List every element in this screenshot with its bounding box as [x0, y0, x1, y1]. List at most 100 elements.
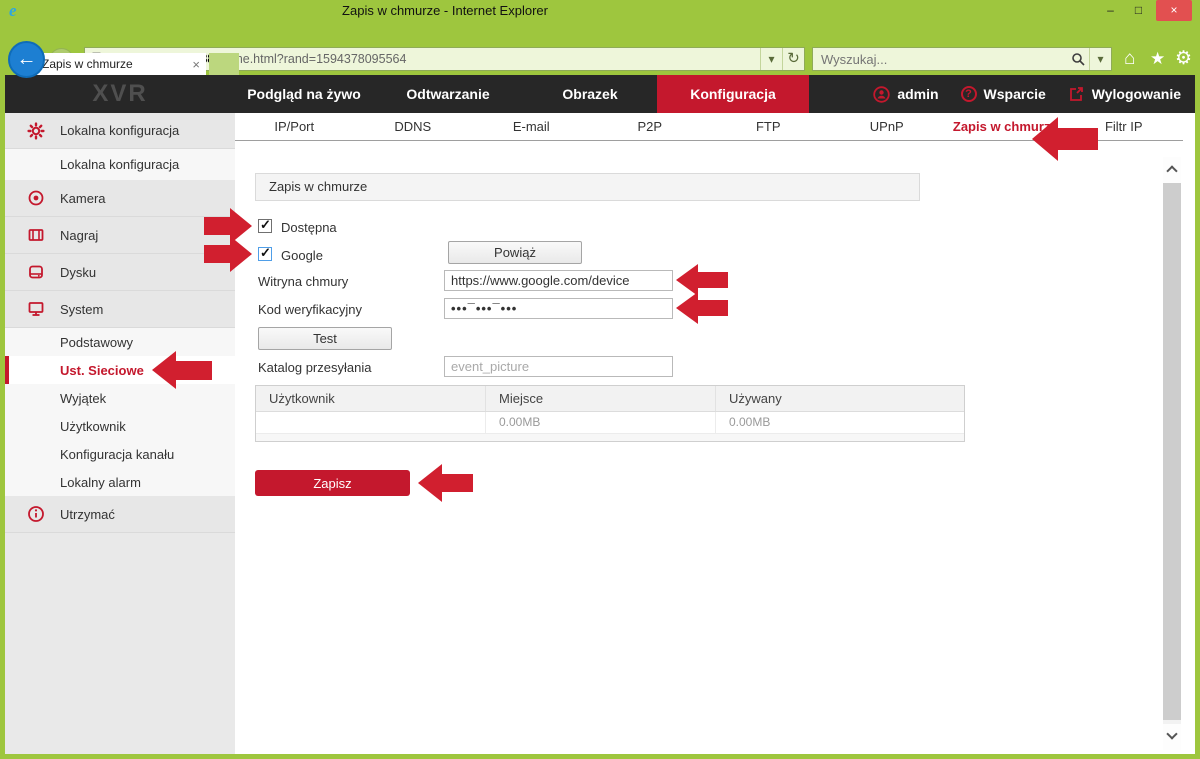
- web-page: XVR Podgląd na żywo Odtwarzanie Obrazek …: [5, 75, 1195, 754]
- check-icon: ✓: [260, 245, 271, 261]
- sidebar-item-label: System: [60, 302, 103, 317]
- camera-icon: [27, 189, 45, 207]
- back-button[interactable]: ←: [8, 41, 45, 78]
- sidebar-item-label: Podstawowy: [60, 335, 133, 350]
- sidebar-item-label: Ust. Sieciowe: [60, 363, 144, 378]
- monitor-icon: [27, 300, 45, 318]
- sidebar-item-label: Lokalna konfiguracja: [60, 157, 179, 172]
- google-checkbox-label: Google: [281, 248, 323, 263]
- table-footer-strip: [256, 434, 964, 441]
- test-button[interactable]: Test: [258, 327, 392, 350]
- subnav-item-ip-port[interactable]: IP/Port: [235, 113, 354, 140]
- sidebar-item-label: Lokalny alarm: [60, 475, 141, 490]
- arrow-verify-code-input: [676, 292, 728, 324]
- arrow-subnav-zapis: [1032, 117, 1098, 161]
- column-header-space: Miejsce: [486, 386, 716, 411]
- verify-code-label: Kod weryfikacyjny: [258, 302, 362, 317]
- sidebar-item-nagraj[interactable]: Nagraj: [5, 217, 235, 254]
- page-scrollbar[interactable]: [1163, 157, 1181, 750]
- close-button[interactable]: ×: [1156, 0, 1192, 21]
- arrow-google-checkbox: [204, 236, 252, 272]
- logout-icon: [1068, 86, 1085, 102]
- subnav-item-ddns[interactable]: DDNS: [354, 113, 473, 140]
- sidebar-item-label: Wyjątek: [60, 391, 106, 406]
- sidebar-item-uzytkownik[interactable]: Użytkownik: [5, 412, 235, 440]
- cloud-site-input[interactable]: [444, 270, 673, 291]
- google-checkbox[interactable]: ✓: [258, 247, 272, 261]
- scrollbar-thumb[interactable]: [1163, 183, 1181, 720]
- sidebar-item-konfiguracja-kanalu[interactable]: Konfiguracja kanału: [5, 440, 235, 468]
- subnav-item-upnp[interactable]: UPnP: [828, 113, 947, 140]
- upload-dir-label: Katalog przesyłania: [258, 360, 371, 375]
- subnav-item-ftp[interactable]: FTP: [709, 113, 828, 140]
- browser-toolbar: ← → http://192.168.1.88/frame.html?rand=…: [0, 22, 1200, 55]
- subnav-item-email[interactable]: E-mail: [472, 113, 591, 140]
- check-icon: ✓: [260, 217, 271, 233]
- subnav-item-p2p[interactable]: P2P: [591, 113, 710, 140]
- column-header-used: Używany: [716, 386, 964, 411]
- gear-icon: [27, 122, 45, 140]
- cell-space: 0.00MB: [486, 412, 716, 433]
- arrow-ust-sieciowe: [152, 351, 212, 389]
- admin-label: admin: [897, 86, 938, 102]
- upload-dir-input[interactable]: [444, 356, 673, 377]
- support-link[interactable]: ? Wsparcie: [961, 86, 1046, 102]
- sidebar-item-lokalna-konfiguracja-sub[interactable]: Lokalna konfiguracja: [5, 149, 235, 180]
- sidebar-item-label: Dysku: [60, 265, 96, 280]
- panel-title: Zapis w chmurze: [255, 173, 920, 201]
- usage-table: Użytkownik Miejsce Używany 0.00MB 0.00MB: [255, 385, 965, 442]
- help-icon: ?: [961, 86, 977, 102]
- cloud-site-label: Witryna chmury: [258, 274, 348, 289]
- save-button[interactable]: Zapisz: [255, 470, 410, 496]
- app-logo: XVR: [5, 75, 235, 113]
- sidebar-item-lokalny-alarm[interactable]: Lokalny alarm: [5, 468, 235, 496]
- column-header-user: Użytkownik: [256, 386, 486, 411]
- sidebar-item-dysku[interactable]: Dysku: [5, 254, 235, 291]
- admin-menu[interactable]: admin: [873, 86, 938, 103]
- record-icon: [27, 226, 45, 244]
- user-icon: [873, 86, 890, 103]
- sidebar-item-label: Lokalna konfiguracja: [60, 123, 179, 138]
- cell-used: 0.00MB: [716, 412, 964, 433]
- content-area: [235, 141, 1195, 754]
- arrow-save-button: [418, 464, 473, 502]
- disk-icon: [27, 263, 45, 281]
- logout-link[interactable]: Wylogowanie: [1068, 86, 1181, 102]
- bind-button[interactable]: Powiąż: [448, 241, 582, 264]
- available-checkbox-label: Dostępna: [281, 220, 337, 235]
- table-header-row: Użytkownik Miejsce Używany: [256, 386, 964, 412]
- window-title: Zapis w chmurze - Internet Explorer: [0, 3, 890, 18]
- title-bar: e Zapis w chmurze - Internet Explorer – …: [0, 0, 1200, 22]
- support-label: Wsparcie: [984, 86, 1046, 102]
- nav-item-odtwarzanie[interactable]: Odtwarzanie: [373, 75, 523, 113]
- verify-code-input[interactable]: [444, 298, 673, 319]
- info-icon: [27, 505, 45, 523]
- sidebar-item-system[interactable]: System: [5, 291, 235, 328]
- new-tab-button[interactable]: [209, 53, 239, 75]
- sidebar-item-label: Konfiguracja kanału: [60, 447, 174, 462]
- sidebar-item-label: Utrzymać: [60, 507, 115, 522]
- nav-item-obrazek[interactable]: Obrazek: [523, 75, 657, 113]
- maximize-button[interactable]: □: [1125, 0, 1152, 21]
- sidebar-item-label: Użytkownik: [60, 419, 126, 434]
- tab-strip: Zapis w chmurze ×: [0, 53, 1200, 75]
- nav-item-podglad-na-zywo[interactable]: Podgląd na żywo: [235, 75, 373, 113]
- scroll-down-button[interactable]: [1163, 724, 1181, 750]
- sidebar-item-label: Nagraj: [60, 228, 98, 243]
- tab-zapis-w-chmurze[interactable]: Zapis w chmurze ×: [20, 53, 206, 75]
- app-navbar: XVR Podgląd na żywo Odtwarzanie Obrazek …: [5, 75, 1195, 113]
- scroll-up-button[interactable]: [1163, 157, 1181, 183]
- cell-user: [256, 412, 486, 433]
- sidebar-item-lokalna-konfiguracja[interactable]: Lokalna konfiguracja: [5, 113, 235, 149]
- sidebar-item-label: Kamera: [60, 191, 106, 206]
- available-checkbox[interactable]: ✓: [258, 219, 272, 233]
- tab-close-icon[interactable]: ×: [192, 57, 200, 72]
- sidebar-item-kamera[interactable]: Kamera: [5, 180, 235, 217]
- sidebar: Lokalna konfiguracja Lokalna konfiguracj…: [5, 113, 235, 754]
- table-row: 0.00MB 0.00MB: [256, 412, 964, 434]
- tab-title: Zapis w chmurze: [37, 57, 192, 71]
- nav-item-konfiguracja[interactable]: Konfiguracja: [657, 75, 809, 113]
- minimize-button[interactable]: –: [1097, 0, 1124, 21]
- logout-label: Wylogowanie: [1092, 86, 1181, 102]
- sidebar-item-utrzymac[interactable]: Utrzymać: [5, 496, 235, 533]
